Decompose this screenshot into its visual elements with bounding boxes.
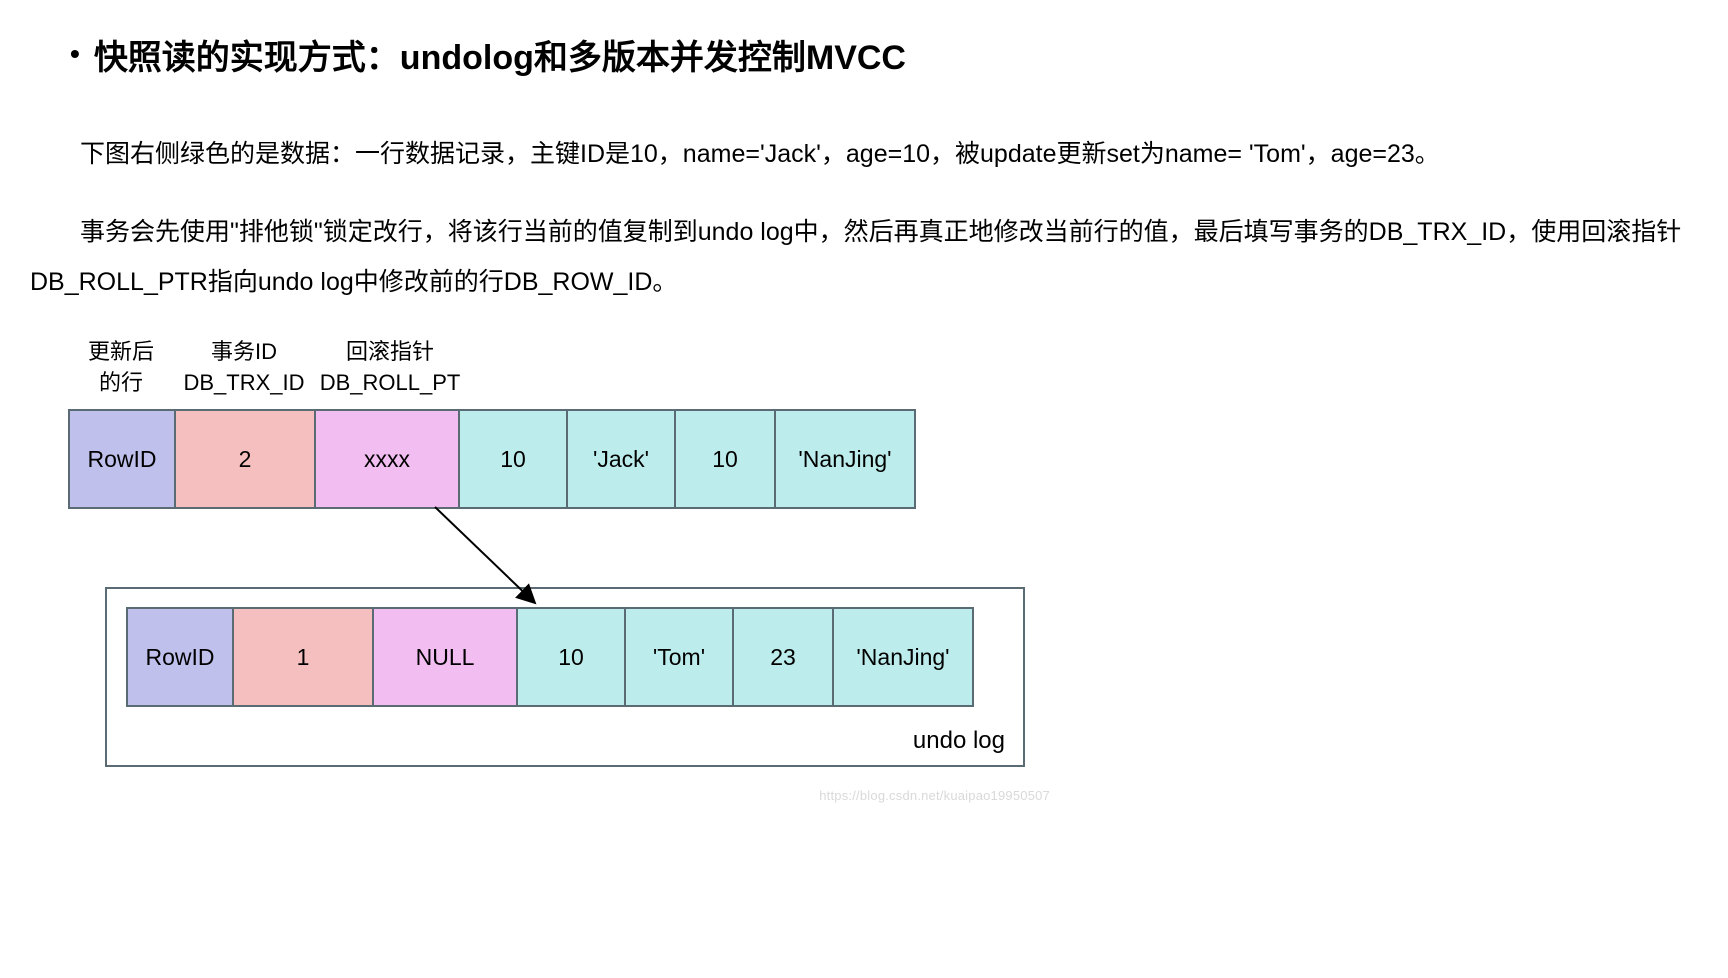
cell-id: 10	[518, 609, 626, 705]
cell-age: 23	[734, 609, 834, 705]
cell-city: 'NanJing'	[776, 411, 914, 507]
label-line: DB_ROLL_PT	[314, 368, 466, 399]
bullet-icon: •	[70, 38, 80, 70]
label-updated-row: 更新后 的行	[68, 337, 174, 399]
cell-rowid: RowID	[70, 411, 176, 507]
cell-trx: 2	[176, 411, 316, 507]
column-labels: 更新后 的行 事务ID DB_TRX_ID 回滚指针 DB_ROLL_PT	[68, 337, 466, 399]
undo-row: RowID 1 NULL 10 'Tom' 23 'NanJing'	[126, 607, 974, 707]
label-roll-ptr: 回滚指针 DB_ROLL_PT	[314, 337, 466, 399]
label-trx-id: 事务ID DB_TRX_ID	[174, 337, 314, 399]
cell-city: 'NanJing'	[834, 609, 972, 705]
label-line: 更新后	[68, 337, 174, 368]
undo-log-label: undo log	[913, 727, 1005, 755]
label-line: 事务ID	[174, 337, 314, 368]
cell-ptr: xxxx	[316, 411, 460, 507]
paragraph-2: 事务会先使用"排他锁"锁定改行，将该行当前的值复制到undo log中，然后再真…	[30, 207, 1698, 307]
label-line: 的行	[68, 368, 174, 399]
cell-trx: 1	[234, 609, 374, 705]
mvcc-diagram: 更新后 的行 事务ID DB_TRX_ID 回滚指针 DB_ROLL_PT Ro…	[50, 337, 1050, 797]
page-title: 快照读的实现方式：undolog和多版本并发控制MVCC	[94, 30, 906, 79]
cell-rowid: RowID	[128, 609, 234, 705]
paragraph-1: 下图右侧绿色的是数据：一行数据记录，主键ID是10，name='Jack'，ag…	[30, 129, 1698, 179]
cell-name: 'Jack'	[568, 411, 676, 507]
label-line: 回滚指针	[314, 337, 466, 368]
cell-age: 10	[676, 411, 776, 507]
label-line: DB_TRX_ID	[174, 368, 314, 399]
cell-id: 10	[460, 411, 568, 507]
cell-name: 'Tom'	[626, 609, 734, 705]
current-row: RowID 2 xxxx 10 'Jack' 10 'NanJing'	[68, 409, 916, 509]
watermark: https://blog.csdn.net/kuaipao19950507	[819, 788, 1050, 803]
cell-ptr: NULL	[374, 609, 518, 705]
